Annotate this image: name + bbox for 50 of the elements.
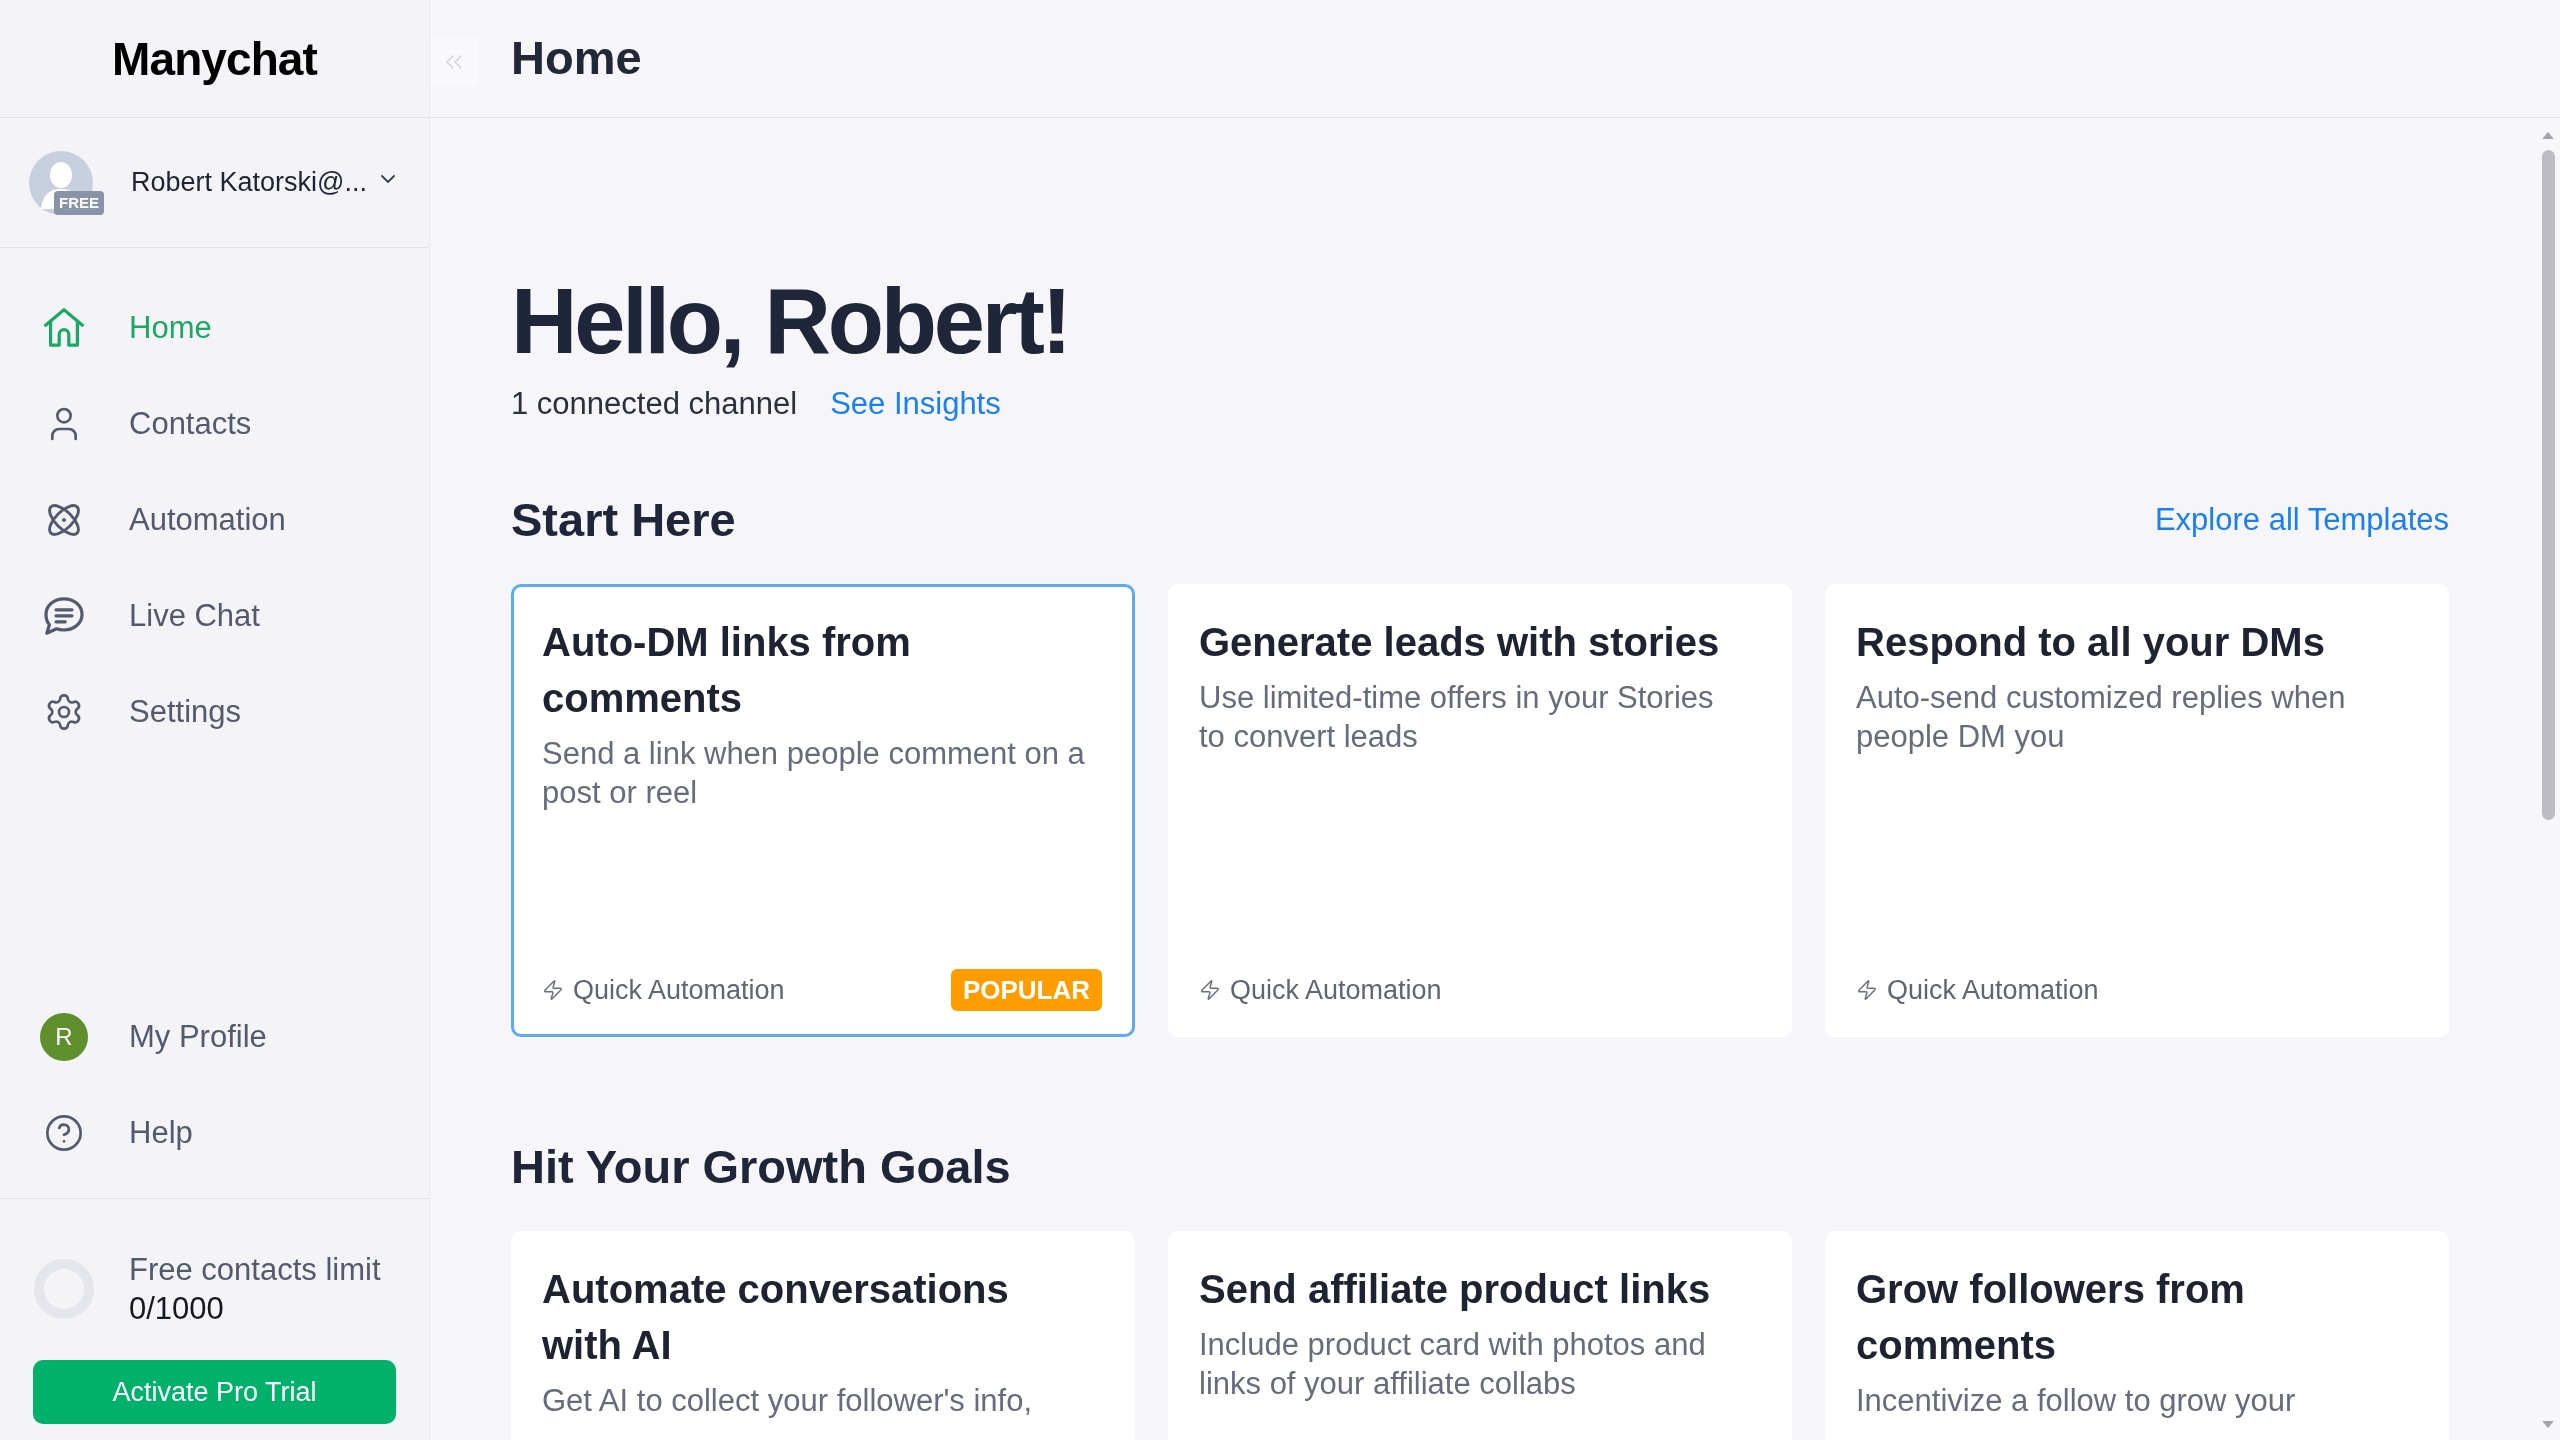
lightning-icon xyxy=(1199,979,1221,1001)
card-title: Auto-DM links from comments xyxy=(542,619,912,722)
card-description: Get AI to collect your follower's info, xyxy=(542,1382,1034,1420)
lightning-icon xyxy=(542,979,564,1001)
template-card[interactable]: Auto-DM links from comments Send a link when people comment on a post or reel Quick Automation POPULAR xyxy=(511,584,1135,1037)
scroll-up-icon[interactable] xyxy=(2542,132,2554,139)
plan-badge: FREE xyxy=(54,190,104,215)
card-description: Include product card with photos and links of your affiliate collabs xyxy=(1199,1326,1707,1403)
nav-item[interactable]: R My Profile xyxy=(0,989,429,1085)
card-description: Send a link when people comment on a post or reel xyxy=(542,735,1086,812)
nav-item[interactable]: Automation xyxy=(0,472,429,568)
caret-icon xyxy=(381,174,395,183)
page-title: Home xyxy=(511,30,642,87)
card-title: Respond to all your DMs xyxy=(1856,619,2326,666)
card-tag: Quick Automation xyxy=(573,969,785,1011)
card-description: Auto-send customized replies when people DM you xyxy=(1856,679,2347,756)
contacts-limit-label: Free contacts limit xyxy=(129,1251,381,1289)
profile-avatar: R xyxy=(40,1013,88,1061)
greeting-heading: Hello, Robert! xyxy=(511,271,1070,371)
nav-item[interactable]: Settings xyxy=(0,664,429,760)
connected-channels-text: 1 connected channel xyxy=(511,385,798,423)
template-card[interactable]: Grow followers from comments Incentivize a follow to grow your xyxy=(1825,1231,2449,1440)
card-title: Automate conversations with AI xyxy=(542,1266,1010,1369)
template-card[interactable]: Send affiliate product links Include product card with photos and links of your affiliate collabs xyxy=(1168,1231,1792,1440)
nav-item[interactable]: Contacts xyxy=(0,376,429,472)
section-heading: Hit Your Growth Goals xyxy=(511,1139,1011,1195)
contacts-limit-reading: 0/1000 xyxy=(129,1290,225,1328)
see-insights-link[interactable]: See Insights xyxy=(830,384,1001,424)
popular-badge: POPULAR xyxy=(950,969,1102,1011)
card-title: Send affiliate product links xyxy=(1199,1266,1712,1313)
home-icon xyxy=(44,308,84,348)
template-card[interactable]: Generate leads with stories Use limited-time offers in your Stories to convert leads Quick Automation xyxy=(1168,584,1792,1037)
card-tag: Quick Automation xyxy=(1230,969,1442,1011)
nav-item[interactable]: Live Chat xyxy=(0,568,429,664)
chat-bubble-icon xyxy=(44,596,84,636)
scroll-down-icon[interactable] xyxy=(2542,1421,2554,1428)
help-icon xyxy=(44,1113,84,1153)
card-tag: Quick Automation xyxy=(1887,969,2099,1011)
lightning-icon xyxy=(1856,979,1878,1001)
explore-templates-link[interactable]: Explore all Templates xyxy=(2154,496,2449,544)
card-description: Use limited-time offers in your Stories to convert leads xyxy=(1199,679,1715,756)
section-heading: Start Here xyxy=(511,492,736,548)
card-description: Incentivize a follow to grow your xyxy=(1856,1382,2297,1420)
template-card[interactable]: Respond to all your DMs Auto-send customized replies when people DM you Quick Automation xyxy=(1825,584,2449,1037)
account-switcher[interactable]: FREE Robert Katorski@... xyxy=(29,150,400,215)
card-title: Generate leads with stories xyxy=(1199,619,1721,666)
double-chevron-icon xyxy=(446,54,462,69)
nav-item[interactable]: Help xyxy=(0,1085,429,1181)
card-title: Grow followers from comments xyxy=(1856,1266,2246,1369)
template-card[interactable]: Automate conversations with AI Get AI to collect your follower's info, xyxy=(511,1231,1135,1440)
